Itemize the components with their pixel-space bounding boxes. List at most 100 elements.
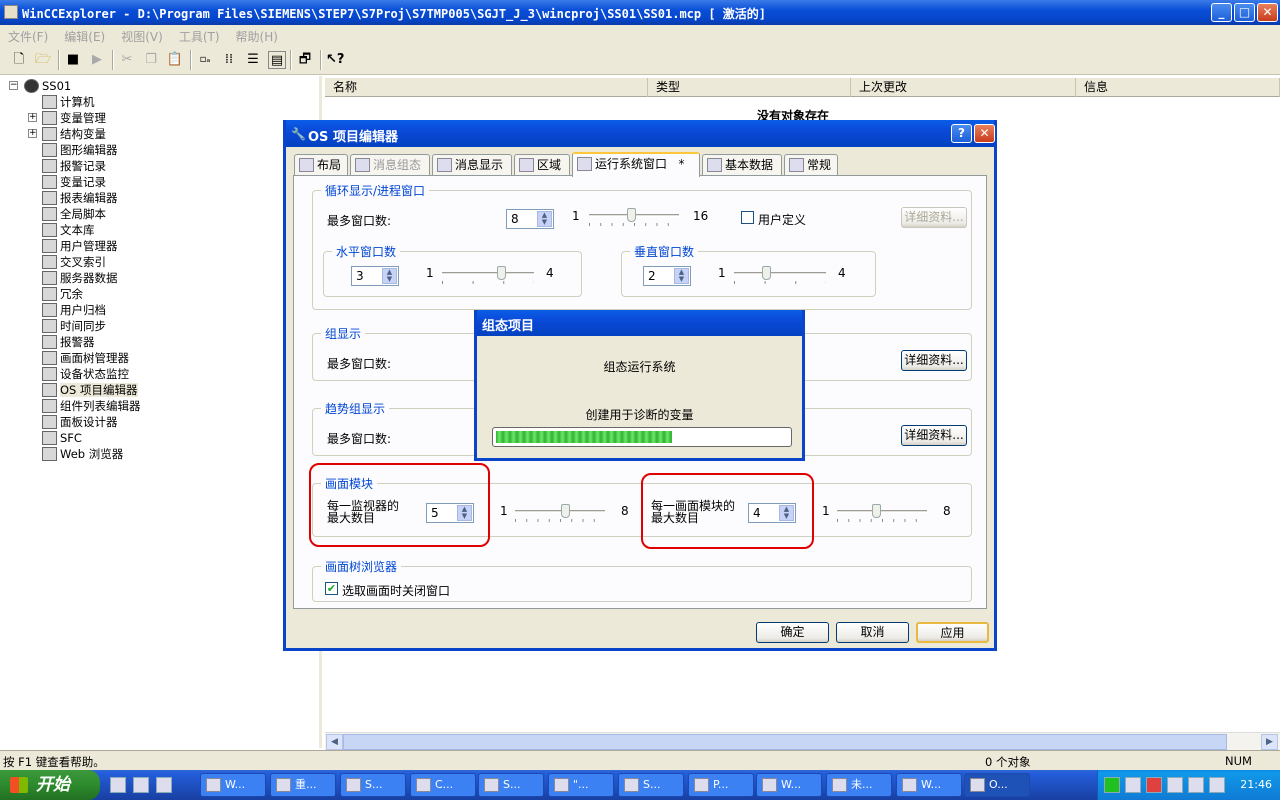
scroll-left-button[interactable]: ◀: [326, 734, 343, 750]
new-file-icon[interactable]: 🗋: [10, 51, 28, 69]
tree-item-23[interactable]: Web 浏览器: [42, 446, 123, 462]
start-button[interactable]: 开始: [0, 770, 100, 800]
large-icons-icon[interactable]: ▫ₐ: [196, 51, 214, 69]
tab-areas[interactable]: 区域: [514, 154, 570, 176]
cycle-max-spinner[interactable]: 8 ▲ ▼: [506, 209, 554, 229]
vertical-slider[interactable]: [734, 266, 826, 284]
close-button[interactable]: ✕: [1257, 3, 1278, 22]
dialog-title-bar[interactable]: 🔧 OS 项目编辑器 ? ✕: [286, 120, 995, 147]
scroll-thumb[interactable]: [343, 734, 1227, 750]
tree-item-12[interactable]: 服务器数据: [42, 270, 118, 286]
taskbar-button-5[interactable]: S...: [478, 773, 544, 797]
quicklaunch-icon-2[interactable]: [133, 777, 149, 793]
close-on-select-checkbox[interactable]: ✔: [325, 582, 338, 595]
tray-icon-shield[interactable]: [1146, 777, 1162, 793]
dialog-close-button[interactable]: ✕: [974, 124, 995, 143]
horizontal-slider[interactable]: [442, 266, 534, 284]
tree-item-13[interactable]: 冗余: [42, 286, 83, 302]
horizontal-spinner[interactable]: 3 ▲ ▼: [351, 266, 399, 286]
user-defined-checkbox[interactable]: [741, 211, 754, 224]
taskbar-button-8[interactable]: P...: [688, 773, 754, 797]
app-title-bar[interactable]: WinCCExplorer - D:\Program Files\SIEMENS…: [0, 0, 1280, 25]
tree-item-3[interactable]: 结构变量: [42, 126, 106, 142]
collapse-root-icon[interactable]: −: [9, 81, 18, 90]
tree-item-5[interactable]: 报警记录: [42, 158, 106, 174]
taskbar-button-4[interactable]: C...: [410, 773, 476, 797]
small-icons-icon[interactable]: ⁞⁞: [220, 51, 238, 69]
tree-item-20[interactable]: 组件列表编辑器: [42, 398, 141, 414]
taskbar-button-9[interactable]: W...: [756, 773, 822, 797]
cancel-button[interactable]: 取消: [836, 622, 909, 643]
tab-layout[interactable]: 布局: [294, 154, 348, 176]
quicklaunch-icon-3[interactable]: [156, 777, 172, 793]
tree-item-17[interactable]: 画面树管理器: [42, 350, 129, 366]
tray-icon-app[interactable]: [1209, 777, 1225, 793]
tab-message-config[interactable]: 消息组态: [350, 154, 430, 176]
list-view-icon[interactable]: ☰: [244, 51, 262, 69]
stop-icon[interactable]: ■: [64, 51, 82, 69]
tab-basic-data[interactable]: 基本数据: [702, 154, 782, 176]
quicklaunch-icon-1[interactable]: [110, 777, 126, 793]
taskbar-button-7[interactable]: S...: [618, 773, 684, 797]
ok-button[interactable]: 确定: [756, 622, 829, 643]
tray-icon-volume[interactable]: [1167, 777, 1183, 793]
details-view-icon[interactable]: ▤: [268, 51, 286, 69]
tree-item-2[interactable]: 变量管理: [42, 110, 106, 126]
tree-item-14[interactable]: 用户归档: [42, 302, 106, 318]
menu-view[interactable]: 视图(V): [113, 25, 171, 45]
paste-icon[interactable]: 📋: [166, 51, 184, 69]
column-info[interactable]: 信息: [1076, 78, 1280, 97]
menu-tools[interactable]: 工具(T): [171, 25, 228, 45]
tray-icon-status[interactable]: [1104, 777, 1120, 793]
taskbar-button-3[interactable]: S...: [340, 773, 406, 797]
tree-root[interactable]: SS01: [24, 78, 71, 94]
tray-icon-display[interactable]: [1188, 777, 1204, 793]
menu-edit[interactable]: 编辑(E): [56, 25, 113, 45]
minimize-button[interactable]: _: [1211, 3, 1232, 22]
column-name[interactable]: 名称: [325, 78, 648, 97]
tree-item-18[interactable]: 设备状态监控: [42, 366, 129, 382]
run-icon[interactable]: ▶: [88, 51, 106, 69]
cut-icon[interactable]: ✂: [118, 51, 136, 69]
tree-item-21[interactable]: 面板设计器: [42, 414, 118, 430]
tree-item-22[interactable]: SFC: [42, 430, 82, 446]
spinner-arrows-icon[interactable]: ▲ ▼: [382, 268, 397, 284]
tree-item-9[interactable]: 文本库: [42, 222, 95, 238]
horizontal-scrollbar[interactable]: ◀ ▶: [325, 732, 1280, 750]
expand-icon[interactable]: +: [28, 113, 37, 122]
vertical-spinner[interactable]: 2 ▲ ▼: [643, 266, 691, 286]
tree-item-6[interactable]: 变量记录: [42, 174, 106, 190]
maximize-button[interactable]: □: [1234, 3, 1255, 22]
context-help-icon[interactable]: ↖?: [326, 51, 344, 69]
column-type[interactable]: 类型: [648, 78, 851, 97]
properties-icon[interactable]: 🗗: [296, 51, 314, 69]
tree-item-4[interactable]: 图形编辑器: [42, 142, 118, 158]
taskbar-button-6[interactable]: "...: [548, 773, 614, 797]
spinner-arrows-icon[interactable]: ▲ ▼: [674, 268, 689, 284]
open-folder-icon[interactable]: 🗁: [34, 51, 52, 69]
taskbar-button-10[interactable]: 未...: [826, 773, 892, 797]
trend-details-button[interactable]: 详细资料...: [901, 425, 967, 446]
tab-message-display[interactable]: 消息显示: [432, 154, 512, 176]
taskbar-button-12[interactable]: O...: [964, 773, 1030, 797]
tab-general[interactable]: 常规: [784, 154, 838, 176]
menu-help[interactable]: 帮助(H): [228, 25, 286, 45]
scroll-right-button[interactable]: ▶: [1261, 734, 1278, 750]
expand-icon[interactable]: +: [28, 129, 37, 138]
tree-item-11[interactable]: 交叉索引: [42, 254, 106, 270]
cycle-slider[interactable]: [589, 208, 679, 226]
cycle-details-button[interactable]: 详细资料...: [901, 207, 967, 228]
tree-item-15[interactable]: 时间同步: [42, 318, 106, 334]
per-module-slider[interactable]: [837, 504, 927, 522]
tree-item-16[interactable]: 报警器: [42, 334, 95, 350]
tree-item-1[interactable]: 计算机: [42, 94, 95, 110]
copy-icon[interactable]: ❐: [142, 51, 160, 69]
apply-button[interactable]: 应用: [916, 622, 989, 643]
tray-icon-network[interactable]: [1125, 777, 1141, 793]
tree-item-7[interactable]: 报表编辑器: [42, 190, 118, 206]
spinner-arrows-icon[interactable]: ▲ ▼: [537, 211, 552, 227]
taskbar-button-1[interactable]: W...: [200, 773, 266, 797]
tree-item-10[interactable]: 用户管理器: [42, 238, 118, 254]
column-last-changed[interactable]: 上次更改: [851, 78, 1076, 97]
dialog-help-button[interactable]: ?: [951, 124, 972, 143]
